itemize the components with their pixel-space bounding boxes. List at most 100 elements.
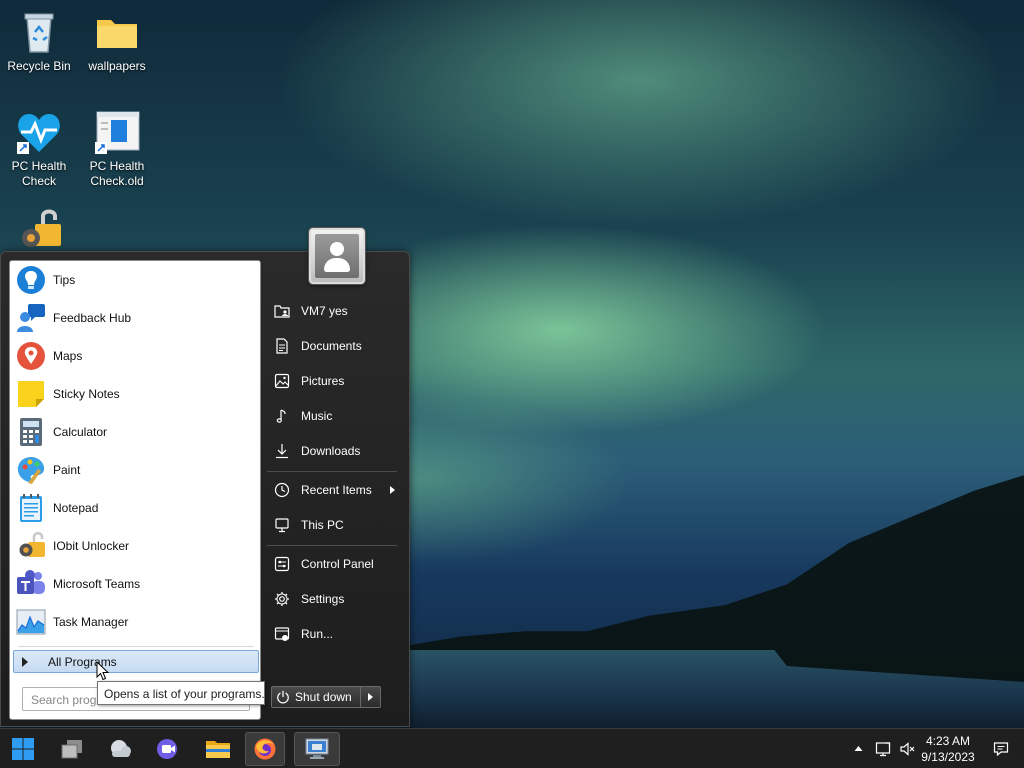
places-item-music[interactable]: Music: [267, 401, 405, 431]
desktop-icon-iobit-unlocker[interactable]: [0, 208, 78, 250]
clock-icon: [273, 481, 291, 499]
gear-icon: [273, 590, 291, 608]
task-manager-icon: [16, 607, 46, 637]
start-menu: Tips Feedback Hub Maps Sticky Notes Calc…: [0, 228, 410, 728]
places-item-this-pc[interactable]: This PC: [267, 510, 405, 540]
teams-icon: [16, 569, 46, 599]
program-label: Notepad: [53, 501, 99, 515]
program-tips[interactable]: Tips: [10, 261, 260, 299]
paint-icon: [16, 455, 46, 485]
program-feedback-hub[interactable]: Feedback Hub: [10, 299, 260, 337]
program-iobit-unlocker[interactable]: IObit Unlocker: [10, 527, 260, 565]
notepad-icon: [16, 493, 46, 523]
taskbar-file-explorer[interactable]: [198, 732, 238, 766]
taskbar-video-chat[interactable]: [148, 732, 188, 766]
desktop-icon-pc-health-check[interactable]: PC Health Check: [0, 108, 78, 189]
places-item-user[interactable]: VM7 yes: [267, 296, 405, 326]
places-item-label: This PC: [301, 518, 344, 532]
shutdown-button-group: Shut down: [271, 686, 381, 708]
user-folder-icon: [273, 302, 291, 320]
program-paint[interactable]: Paint: [10, 451, 260, 489]
all-programs-button[interactable]: All Programs: [13, 650, 259, 673]
feedback-hub-icon: [16, 303, 46, 333]
start-menu-places-pane: VM7 yes Documents Pictures Music Downloa…: [263, 228, 409, 728]
pc-health-check-icon: [15, 108, 63, 156]
places-item-label: Recent Items: [301, 483, 372, 497]
shutdown-button[interactable]: Shut down: [272, 687, 360, 707]
program-notepad[interactable]: Notepad: [10, 489, 260, 527]
pinned-programs-list: Tips Feedback Hub Maps Sticky Notes Calc…: [10, 261, 260, 641]
taskbar-remote-desktop[interactable]: [294, 732, 340, 766]
places-item-documents[interactable]: Documents: [267, 331, 405, 361]
cloud-icon: [111, 740, 131, 757]
video-call-icon: [157, 739, 177, 759]
places-item-label: Pictures: [301, 374, 345, 388]
programs-separator: [18, 646, 254, 647]
all-programs-tooltip: Opens a list of your programs.: [97, 681, 265, 705]
sticky-notes-icon: [16, 379, 46, 409]
task-view-icon: [61, 740, 82, 759]
places-item-downloads[interactable]: Downloads: [267, 436, 405, 466]
folder-icon: [206, 741, 230, 758]
program-label: Paint: [53, 463, 81, 477]
run-icon: [273, 625, 291, 643]
places-item-pictures[interactable]: Pictures: [267, 366, 405, 396]
program-microsoft-teams[interactable]: Microsoft Teams: [10, 565, 260, 603]
picture-icon: [273, 372, 291, 390]
network-icon[interactable]: [875, 741, 891, 757]
chevron-right-icon: [368, 693, 373, 701]
program-calculator[interactable]: Calculator: [10, 413, 260, 451]
program-label: Task Manager: [53, 615, 129, 629]
iobit-unlocker-icon: [16, 531, 46, 561]
places-separator: [267, 471, 397, 472]
taskbar-firefox[interactable]: [245, 732, 285, 766]
chevron-right-icon: [390, 486, 395, 494]
start-button[interactable]: [3, 732, 43, 766]
desktop-icon-recycle-bin[interactable]: Recycle Bin: [0, 8, 78, 74]
chevron-right-icon: [22, 656, 28, 667]
maps-icon: [16, 341, 46, 371]
taskbar: 4:23 AM 9/13/2023: [0, 728, 1024, 768]
desktop-icon-pc-health-check-old[interactable]: PC Health Check.old: [78, 108, 156, 189]
desktop-icon-label: Recycle Bin: [7, 59, 71, 73]
control-panel-icon: [273, 555, 291, 573]
show-hidden-icons-chevron-icon[interactable]: [854, 745, 863, 752]
places-item-run[interactable]: Run...: [267, 619, 405, 649]
notifications-icon[interactable]: [993, 741, 1009, 757]
desktop-icon-label: wallpapers: [88, 59, 146, 73]
program-label: Feedback Hub: [53, 311, 132, 325]
windows-logo-icon: [12, 738, 34, 760]
places-item-label: Run...: [301, 627, 334, 641]
places-separator: [267, 545, 397, 546]
places-item-label: Documents: [301, 339, 362, 353]
volume-muted-icon[interactable]: [899, 741, 915, 757]
program-label: Sticky Notes: [53, 387, 120, 401]
taskbar-clock[interactable]: 4:23 AM 9/13/2023: [918, 733, 978, 765]
places-item-label: Control Panel: [301, 557, 374, 571]
places-item-label: VM7 yes: [301, 304, 348, 318]
places-item-settings[interactable]: Settings: [267, 584, 405, 614]
folder-icon: [93, 8, 141, 56]
firefox-icon: [254, 738, 276, 760]
program-maps[interactable]: Maps: [10, 337, 260, 375]
desktop-icon-wallpapers[interactable]: wallpapers: [78, 8, 156, 74]
iobit-unlocker-icon: [15, 208, 63, 250]
places-item-recent-items[interactable]: Recent Items: [267, 475, 405, 505]
program-sticky-notes[interactable]: Sticky Notes: [10, 375, 260, 413]
places-item-label: Settings: [301, 592, 345, 606]
taskbar-weather[interactable]: [100, 732, 140, 766]
user-avatar[interactable]: [309, 228, 365, 284]
music-note-icon: [273, 407, 291, 425]
program-task-manager[interactable]: Task Manager: [10, 603, 260, 641]
taskbar-task-view[interactable]: [52, 732, 92, 766]
download-icon: [273, 442, 291, 460]
pc-health-check-old-icon: [93, 108, 141, 156]
program-label: IObit Unlocker: [53, 539, 130, 553]
shutdown-options-button[interactable]: [360, 687, 380, 707]
program-label: Calculator: [53, 425, 108, 439]
document-icon: [273, 337, 291, 355]
computer-icon: [273, 516, 291, 534]
places-item-label: Downloads: [301, 444, 361, 458]
places-item-control-panel[interactable]: Control Panel: [267, 549, 405, 579]
places-item-label: Music: [301, 409, 333, 423]
